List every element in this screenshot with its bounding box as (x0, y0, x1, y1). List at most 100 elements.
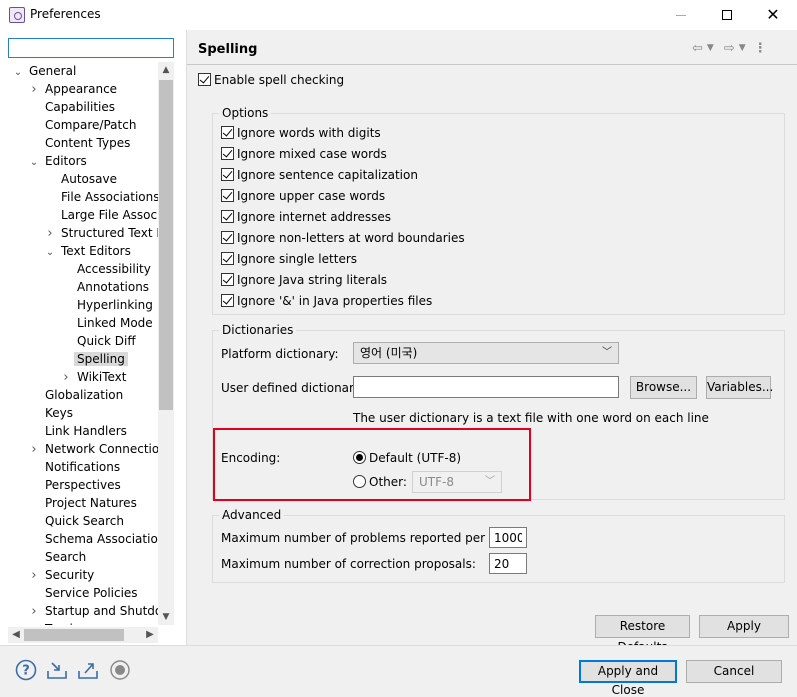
expand-chevron-icon[interactable]: ⌄ (12, 64, 24, 82)
apply-and-close-button[interactable]: Apply and Close (579, 660, 677, 697)
back-menu-chevron-icon[interactable]: ▼ (707, 43, 714, 53)
forward-menu-chevron-icon[interactable]: ▼ (739, 43, 746, 53)
tree-item-label: Text Editors (61, 244, 131, 258)
option-checkbox[interactable]: Ignore single letters (221, 252, 357, 266)
tree-item[interactable]: › Security (28, 566, 97, 584)
maximize-button[interactable] (704, 0, 750, 30)
tree-item[interactable]: › WikiText (60, 368, 130, 386)
tree-item[interactable]: › Structured Text Ed (44, 224, 158, 242)
max-problems-input[interactable] (489, 527, 527, 548)
back-arrow-icon[interactable]: ⇦ (692, 41, 703, 56)
tree-item[interactable]: Hyperlinking (60, 296, 156, 314)
tree-item[interactable]: Link Handlers (28, 422, 130, 440)
option-checkbox[interactable]: Ignore non-letters at word boundaries (221, 231, 465, 245)
minimize-button[interactable] (658, 0, 704, 30)
expand-chevron-icon[interactable]: ⌄ (28, 154, 40, 172)
option-checkbox-box[interactable] (221, 147, 234, 160)
hscroll-thumb[interactable] (24, 629, 124, 641)
filter-input[interactable] (8, 38, 174, 58)
tree-item[interactable]: Linked Mode (60, 314, 156, 332)
encoding-default-radio[interactable]: Default (UTF-8) (353, 451, 461, 465)
option-checkbox[interactable]: Ignore '&' in Java properties files (221, 294, 432, 308)
tree-item[interactable]: Project Natures (28, 494, 140, 512)
platform-dictionary-select[interactable]: 영어 (미국) ﹀ (353, 342, 619, 364)
tree-item[interactable]: Quick Diff (60, 332, 139, 350)
option-checkbox[interactable]: Ignore upper case words (221, 189, 385, 203)
tree-item[interactable]: Accessibility (60, 260, 154, 278)
tree-item[interactable]: Globalization (28, 386, 126, 404)
tree-item[interactable]: Content Types (28, 134, 133, 152)
option-checkbox-box[interactable] (221, 168, 234, 181)
encoding-other-radio-dot[interactable] (353, 475, 366, 488)
scroll-right-icon[interactable]: ▶ (142, 627, 158, 643)
enable-spell-checking-box[interactable] (198, 73, 211, 86)
option-checkbox-box[interactable] (221, 210, 234, 223)
tree-item[interactable]: Autosave (44, 170, 120, 188)
browse-button[interactable]: Browse... (630, 376, 697, 399)
tree-item[interactable]: › Network Connection (28, 440, 158, 458)
collapse-chevron-icon[interactable]: › (60, 369, 72, 387)
user-dictionary-input[interactable] (353, 376, 619, 398)
option-checkbox[interactable]: Ignore internet addresses (221, 210, 391, 224)
tree-item[interactable]: Search (28, 548, 89, 566)
scroll-left-icon[interactable]: ◀ (8, 627, 24, 643)
help-icon[interactable]: ? (15, 659, 37, 681)
option-checkbox-box[interactable] (221, 252, 234, 265)
collapse-chevron-icon[interactable]: › (44, 225, 56, 243)
encoding-other-radio[interactable]: Other: (353, 475, 407, 489)
option-checkbox-box[interactable] (221, 126, 234, 139)
tree-item[interactable]: Annotations (60, 278, 152, 296)
tree-item[interactable]: Capabilities (28, 98, 118, 116)
option-checkbox-box[interactable] (221, 189, 234, 202)
enable-spell-checking-checkbox[interactable]: Enable spell checking (198, 73, 344, 87)
option-checkbox[interactable]: Ignore Java string literals (221, 273, 387, 287)
encoding-other-select[interactable]: UTF-8 ﹀ (412, 471, 502, 493)
tree-item[interactable]: Large File Associatio (44, 206, 158, 224)
view-menu-icon[interactable]: ⋮ (754, 41, 767, 56)
tree-item[interactable]: File Associations (44, 188, 158, 206)
tree-item[interactable]: Compare/Patch (28, 116, 139, 134)
tree-item[interactable]: Notifications (28, 458, 123, 476)
apply-button[interactable]: Apply (699, 615, 789, 638)
tree-vertical-scrollbar[interactable]: ▲ ▼ (158, 62, 174, 625)
tree-item[interactable]: Quick Search (28, 512, 127, 530)
tree-horizontal-scrollbar[interactable]: ◀ ▶ (8, 627, 158, 643)
forward-arrow-icon[interactable]: ⇨ (724, 41, 735, 56)
option-checkbox[interactable]: Ignore sentence capitalization (221, 168, 418, 182)
collapse-chevron-icon[interactable]: › (28, 441, 40, 459)
tree-item[interactable]: Service Policies (28, 584, 141, 602)
max-proposals-input[interactable] (489, 553, 527, 574)
tree-item[interactable]: Schema Associations (28, 530, 158, 548)
collapse-chevron-icon[interactable]: › (28, 81, 40, 99)
tree-item[interactable]: › Startup and Shutdow (28, 602, 158, 620)
variables-button[interactable]: Variables... (706, 376, 773, 399)
expand-chevron-icon[interactable]: ⌄ (44, 244, 56, 262)
scroll-up-icon[interactable]: ▲ (158, 62, 174, 78)
tree-item[interactable]: › Appearance (28, 80, 120, 98)
export-icon[interactable] (77, 659, 99, 681)
option-checkbox[interactable]: Ignore mixed case words (221, 147, 387, 161)
tree-item[interactable]: ⌄ General (12, 62, 79, 80)
tree-item[interactable]: Tracing (28, 620, 91, 625)
cancel-button[interactable]: Cancel (686, 660, 782, 683)
scroll-down-icon[interactable]: ▼ (158, 609, 174, 625)
tree-item[interactable]: Keys (28, 404, 76, 422)
tree-item[interactable]: Perspectives (28, 476, 124, 494)
close-button[interactable]: ✕ (750, 0, 796, 30)
option-checkbox[interactable]: Ignore words with digits (221, 126, 381, 140)
restore-defaults-button[interactable]: Restore Defaults (595, 615, 690, 654)
encoding-default-radio-dot[interactable] (353, 451, 366, 464)
platform-dictionary-label: Platform dictionary: (221, 347, 339, 361)
scroll-thumb[interactable] (159, 80, 173, 410)
option-checkbox-box[interactable] (221, 294, 234, 307)
tree-item[interactable]: Spelling (60, 350, 128, 368)
option-checkbox-box[interactable] (221, 273, 234, 286)
collapse-chevron-icon[interactable]: › (28, 603, 40, 621)
tree-item[interactable]: ⌄ Text Editors (44, 242, 134, 260)
option-label: Ignore mixed case words (237, 147, 387, 161)
tree-item[interactable]: ⌄ Editors (28, 152, 90, 170)
option-checkbox-box[interactable] (221, 231, 234, 244)
record-icon[interactable] (109, 659, 131, 681)
import-icon[interactable] (46, 659, 68, 681)
collapse-chevron-icon[interactable]: › (28, 567, 40, 585)
